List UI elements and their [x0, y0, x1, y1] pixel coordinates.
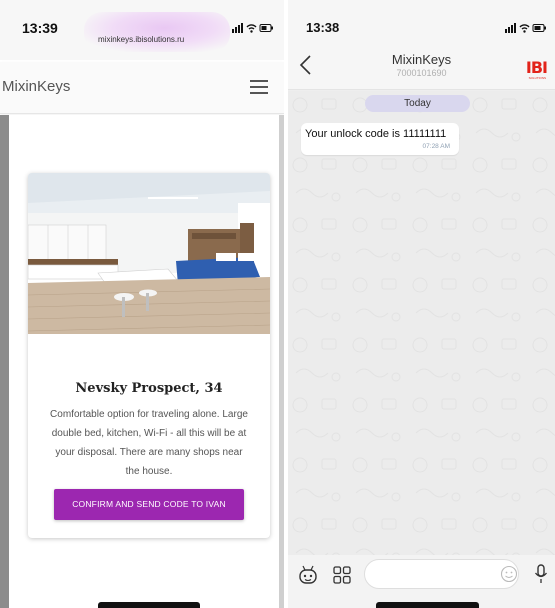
- apartment-card: Nevsky Prospect, 34 Comfortable option f…: [28, 173, 270, 538]
- bot-icon[interactable]: [296, 563, 320, 587]
- app-bar: MixinKeys: [0, 62, 284, 114]
- logo-subtext: SOLUTIONS: [528, 76, 546, 80]
- emoji-icon[interactable]: [500, 565, 518, 583]
- scrollbar[interactable]: [279, 115, 284, 608]
- message-bubble[interactable]: Your unlock code is 11111111 07:28 AM: [301, 123, 459, 155]
- signal-wifi-battery-icons: [232, 22, 274, 37]
- url-text[interactable]: mixinkeys.ibisolutions.ru: [98, 35, 184, 44]
- apps-grid-icon[interactable]: [330, 563, 354, 587]
- message-input-bar: [288, 555, 555, 608]
- message-time: 07:28 AM: [422, 143, 450, 150]
- apartment-title: Nevsky Prospect, 34: [75, 381, 223, 396]
- apartment-description: Comfortable option for traveling alone. …: [50, 409, 248, 477]
- contact-name[interactable]: MixinKeys: [288, 52, 555, 67]
- messenger-phone-screen: 13:38 MixinKeys 7000101690 IBI SOLUTIONS: [288, 0, 555, 608]
- url-bar-highlight: [84, 12, 230, 52]
- message-text: Your unlock code is 11111111: [305, 128, 447, 140]
- apartment-photo: [28, 173, 270, 334]
- browser-phone-screen: 13:39 mixinkeys.ibisolutions.ru MixinKey…: [0, 0, 284, 608]
- contact-phone: 7000101690: [396, 68, 447, 78]
- signal-wifi-battery-icons: [505, 22, 547, 37]
- home-indicator[interactable]: [98, 602, 200, 608]
- status-time: 13:38: [306, 20, 340, 35]
- chat-area: Today Your unlock code is 11111111 07:28…: [288, 91, 555, 555]
- status-bar: 13:38: [288, 0, 555, 44]
- microphone-icon[interactable]: [532, 563, 550, 585]
- left-scroll-edge: [0, 115, 9, 608]
- message-input[interactable]: [364, 559, 519, 589]
- brand-title[interactable]: MixinKeys: [2, 78, 70, 95]
- chat-header: MixinKeys 7000101690 IBI SOLUTIONS: [288, 44, 555, 90]
- date-divider: Today: [365, 95, 470, 112]
- confirm-send-code-button[interactable]: CONFIRM AND SEND CODE TO IVAN: [54, 489, 244, 520]
- home-indicator[interactable]: [376, 602, 479, 608]
- chat-background-pattern: [288, 91, 555, 555]
- status-time: 13:39: [22, 20, 58, 36]
- hamburger-menu-icon[interactable]: [250, 80, 268, 94]
- status-bar: 13:39 mixinkeys.ibisolutions.ru: [0, 0, 284, 60]
- ibi-logo: IBI: [525, 58, 548, 77]
